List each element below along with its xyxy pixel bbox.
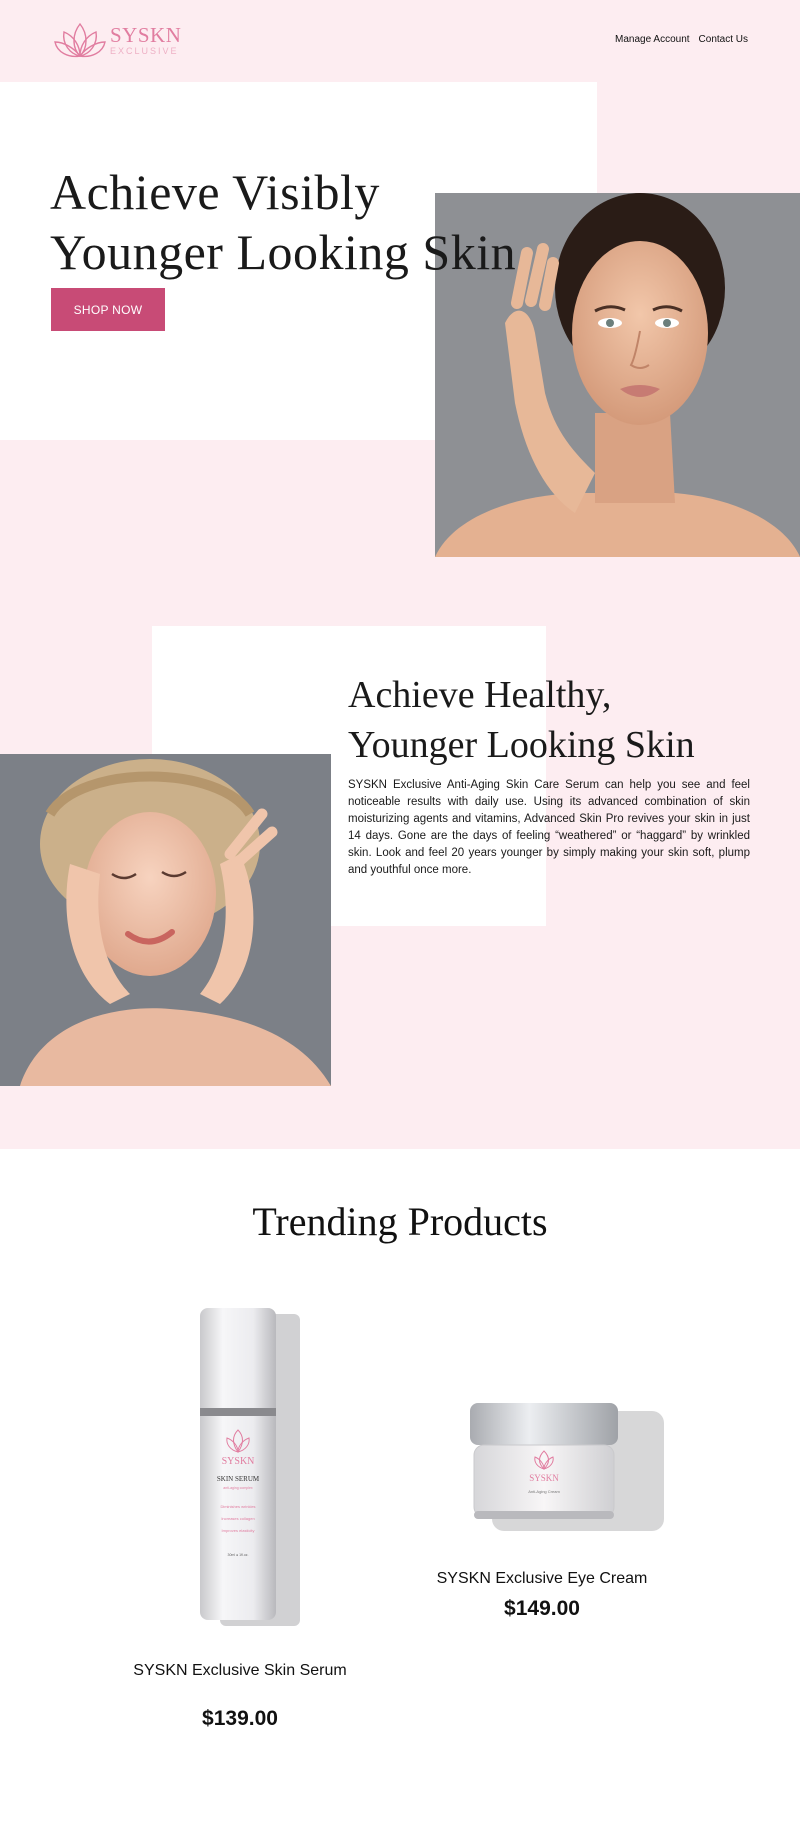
section2-body-text: SYSKN Exclusive Anti-Aging Skin Care Ser… xyxy=(348,779,750,876)
product-eye-cream-image[interactable]: SYSKN Anti-Aging Cream xyxy=(452,1393,672,1541)
product-serum-image[interactable]: SYSKN SKIN SERUM anti-aging complex Dimi… xyxy=(180,1300,320,1630)
hero-title-line2: Younger Looking Skin xyxy=(50,224,517,280)
serum-label-line1: Diminishes wrinkles xyxy=(220,1504,255,1509)
brand-tagline: EXCLUSIVE xyxy=(110,45,179,56)
lotus-logo-icon xyxy=(54,22,106,58)
trending-products-title: Trending Products xyxy=(252,1199,548,1244)
serum-label-title: SKIN SERUM xyxy=(217,1475,260,1483)
serum-label-line2: Increases collagen xyxy=(221,1516,254,1521)
header: SYSKN EXCLUSIVE Manage Account Contact U… xyxy=(0,0,800,82)
section2-title-line2: Younger Looking Skin xyxy=(348,724,695,766)
section2-title-line1: Achieve Healthy, xyxy=(348,674,612,716)
nav-manage-account-link[interactable]: Manage Account xyxy=(615,34,690,45)
jar-label-sub: Anti-Aging Cream xyxy=(528,1489,560,1494)
serum-bottle-illustration: SYSKN SKIN SERUM anti-aging complex Dimi… xyxy=(200,1308,300,1626)
section2-model-photo xyxy=(0,754,331,1086)
brand-name: SYSKN xyxy=(110,22,182,47)
serum-label-volume: 30ml ● 1fl.oz. xyxy=(228,1553,249,1557)
serum-label-brand: SYSKN xyxy=(222,1456,255,1467)
section2-title: Achieve Healthy, Younger Looking Skin xyxy=(348,670,768,770)
product-eye-cream-price: $149.00 xyxy=(504,1597,580,1620)
product-serum-price: $139.00 xyxy=(202,1707,278,1730)
brand-logo[interactable]: SYSKN EXCLUSIVE xyxy=(54,20,181,60)
jar-label-brand: SYSKN xyxy=(529,1473,559,1483)
top-nav: Manage Account Contact Us xyxy=(615,34,748,45)
nav-contact-us-link[interactable]: Contact Us xyxy=(699,34,748,45)
serum-label-line3: Improves elasticity xyxy=(222,1528,255,1533)
eye-cream-jar-illustration: SYSKN Anti-Aging Cream xyxy=(470,1403,664,1531)
hero-title: Achieve Visibly Younger Looking Skin xyxy=(50,162,610,282)
hero-title-line1: Achieve Visibly xyxy=(50,164,380,220)
serum-label-sub: anti-aging complex xyxy=(223,1486,253,1490)
product-eye-cream-name[interactable]: SYSKN Exclusive Eye Cream xyxy=(392,1570,692,1588)
product-serum-name[interactable]: SYSKN Exclusive Skin Serum xyxy=(80,1662,400,1680)
shop-now-button[interactable]: SHOP NOW xyxy=(51,288,165,331)
section2-model-illustration xyxy=(0,754,331,1086)
